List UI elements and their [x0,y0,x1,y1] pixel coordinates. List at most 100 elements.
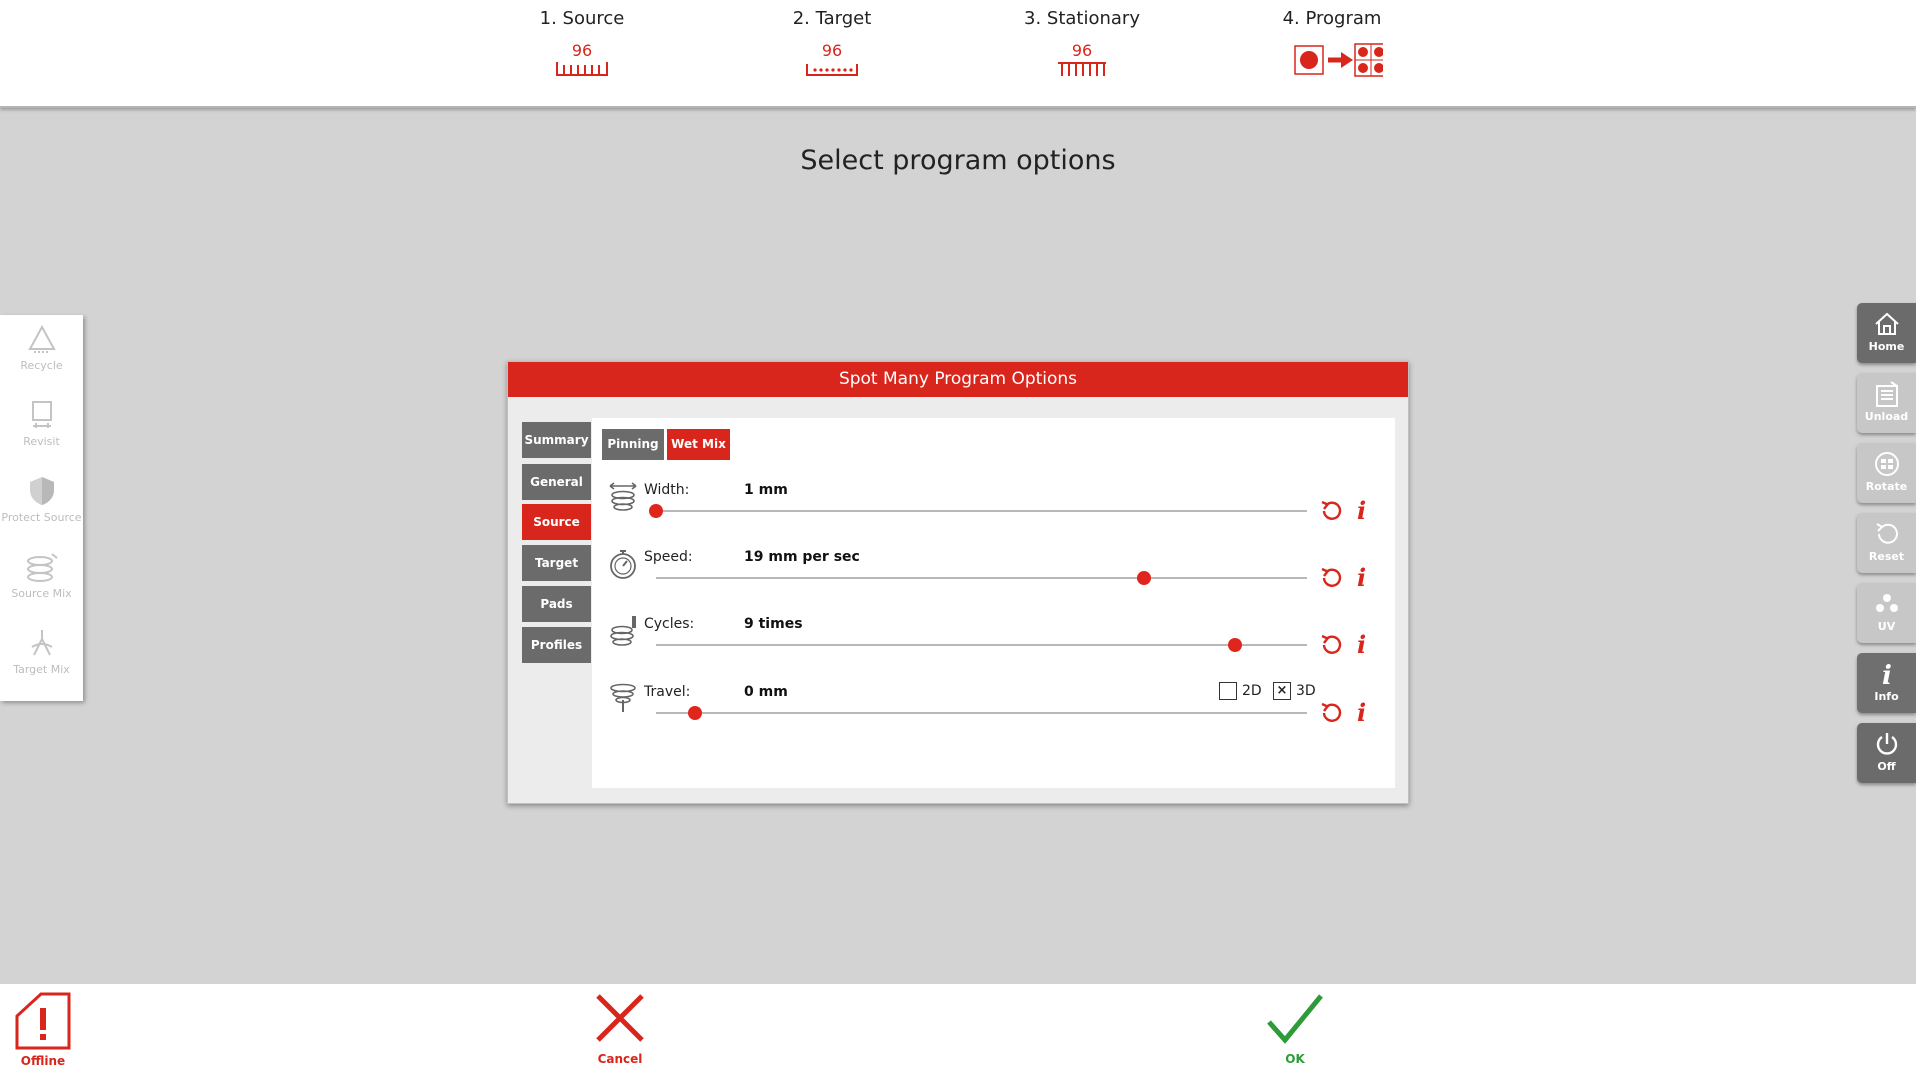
info-button[interactable]: i Info [1857,653,1916,713]
step-program[interactable]: 4. Program [1242,8,1422,77]
protect-source-label: Protect Source [1,511,82,524]
power-icon [1876,733,1897,755]
tab-target[interactable]: Target [522,545,591,581]
stopwatch-icon [610,550,636,579]
subtab-wet-mix[interactable]: Wet Mix [667,429,730,460]
off-button[interactable]: Off [1857,723,1916,783]
cycles-param-row: Cycles: 9 times i [592,614,1395,674]
home-icon [1874,312,1899,335]
source-mix-label: Source Mix [11,587,72,600]
shield-icon [29,477,54,505]
slide-plate-icon [806,64,858,76]
step-source-count: 96 [571,41,593,60]
step-source-label: 1. Source [539,8,625,29]
width-info-icon[interactable]: i [1357,499,1366,523]
travel-slider-handle[interactable] [688,706,703,720]
speed-param-row: Speed: 19 mm per sec i [592,547,1395,607]
step-stationary[interactable]: 3. Stationary 96 [992,8,1172,77]
unload-icon [1875,381,1898,407]
tab-source[interactable]: Source [522,504,591,540]
speed-label: Speed: [644,549,693,565]
target-mix-tool[interactable]: Target Mix [0,627,83,676]
ok-label: OK [1285,1052,1305,1066]
speed-reset-icon[interactable] [1319,565,1345,591]
travel-info-icon[interactable]: i [1357,701,1366,725]
cycles-slider[interactable] [656,638,1307,652]
rotate-label: Rotate [1865,480,1908,493]
target-mix-label: Target Mix [13,663,70,676]
wizard-steps-bar: 1. Source 96 2. Target 96 3. Stationary … [0,0,1916,108]
width-param-row: Width: 1 mm i [592,480,1395,540]
width-slider-handle[interactable] [649,504,663,518]
reset-icon [1875,523,1898,544]
checkbox-3d-label: 3D [1296,683,1316,699]
step-program-label: 4. Program [1282,8,1382,29]
uv-icon [1875,594,1898,612]
step-stationary-label: 3. Stationary [1024,8,1140,29]
travel-label: Travel: [644,684,691,700]
speed-info-icon[interactable]: i [1357,566,1366,590]
checkbox-3d[interactable]: × [1273,682,1291,700]
step-target-label: 2. Target [792,8,872,29]
travel-icon [610,683,636,712]
width-reset-icon[interactable] [1319,498,1345,524]
stationary-plate-icon [1058,62,1106,76]
tab-general[interactable]: General [522,464,591,500]
step-target-count: 96 [821,41,843,60]
checkbox-2d[interactable] [1219,682,1237,700]
cancel-label: Cancel [597,1052,643,1066]
travel-reset-icon[interactable] [1319,700,1345,726]
width-slider[interactable] [649,504,1307,518]
uv-button[interactable]: UV [1857,583,1916,643]
unload-button[interactable]: Unload [1857,373,1916,433]
cycles-label: Cycles: [644,616,695,632]
checkbox-2d-label: 2D [1242,683,1262,699]
cycles-value: 9 times [744,616,803,632]
recycle-tool[interactable]: Recycle [0,323,83,372]
off-label: Off [1877,760,1896,773]
bottom-action-bar: Offline Cancel OK [0,984,1916,1075]
offline-status[interactable]: Offline [8,990,78,1068]
reset-button[interactable]: Reset [1857,513,1916,573]
close-icon [596,994,644,1042]
cancel-button[interactable]: Cancel [584,992,656,1066]
program-options-dialog: Spot Many Program Options Summary Genera… [507,361,1409,804]
travel-param-row: Travel: 0 mm 2D × 3D i [592,682,1395,742]
step-target[interactable]: 2. Target 96 [742,8,922,77]
unload-label: Unload [1864,410,1909,423]
rotate-button[interactable]: Rotate [1857,443,1916,503]
home-label: Home [1868,340,1905,353]
subtab-pinning[interactable]: Pinning [602,429,664,460]
dialog-title: Spot Many Program Options [508,362,1408,397]
tab-profiles[interactable]: Profiles [522,627,591,663]
travel-value: 0 mm [744,684,788,700]
cycles-slider-handle[interactable] [1228,638,1243,652]
revisit-label: Revisit [23,435,60,448]
speed-slider[interactable] [656,571,1307,585]
checkmark-icon [1267,994,1323,1044]
revisit-icon [31,401,52,428]
offline-label: Offline [20,1054,66,1068]
travel-slider[interactable] [656,706,1307,720]
home-button[interactable]: Home [1857,303,1916,363]
recycle-icon [27,324,56,353]
speed-slider-handle[interactable] [1137,571,1152,585]
ok-button[interactable]: OK [1259,992,1331,1066]
cycles-info-icon[interactable]: i [1357,633,1366,657]
target-mix-icon [30,630,53,656]
protect-source-tool[interactable]: Protect Source [0,475,83,524]
pin-plate-icon [556,62,608,76]
cycles-icon [610,616,636,646]
source-mix-tool[interactable]: Source Mix [0,551,83,600]
source-mix-icon [26,553,58,582]
revisit-tool[interactable]: Revisit [0,399,83,448]
cycles-reset-icon[interactable] [1319,632,1345,658]
reset-label: Reset [1868,550,1905,563]
recycle-label: Recycle [20,359,63,372]
offline-warning-icon [15,992,71,1050]
step-stationary-count: 96 [1071,41,1093,60]
tab-summary[interactable]: Summary [522,422,591,458]
step-source[interactable]: 1. Source 96 [492,8,672,77]
width-icon [609,482,637,511]
tab-pads[interactable]: Pads [522,586,591,622]
